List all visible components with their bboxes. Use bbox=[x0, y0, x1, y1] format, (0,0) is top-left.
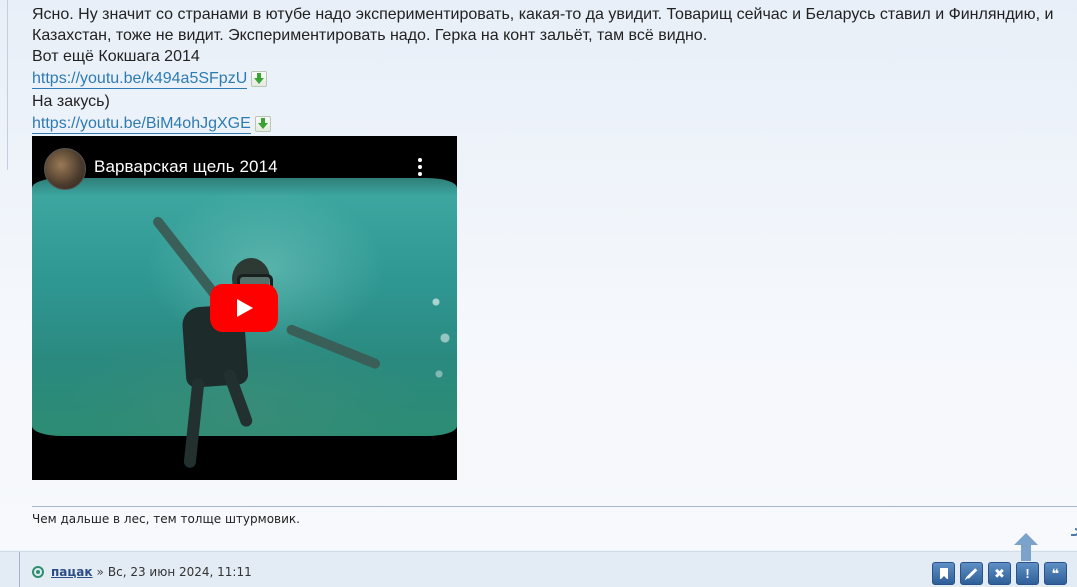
delete-button[interactable]: ✖ bbox=[988, 562, 1011, 585]
youtube-embed[interactable]: Варварская щель 2014 bbox=[32, 136, 457, 480]
signature-divider bbox=[32, 506, 1077, 507]
quote-icon: ❝ bbox=[1051, 565, 1060, 581]
youtube-link-2[interactable]: https://youtu.be/BiM4ohJgXGE bbox=[32, 115, 251, 134]
post-text-line-4: На закусь) bbox=[32, 93, 110, 110]
post-footer: пацак » Вс, 23 июн 2024, 11:11 ✖ ! ❝ bbox=[0, 551, 1077, 587]
post-toolbar: ✖ ! ❝ bbox=[932, 562, 1067, 585]
post-content: Ясно. Ну значит со странами в ютубе надо… bbox=[32, 4, 1062, 136]
scroll-top-icon[interactable] bbox=[1014, 533, 1038, 561]
kebab-menu-icon[interactable] bbox=[415, 158, 425, 178]
post-icon[interactable] bbox=[32, 566, 44, 578]
bookmark-icon bbox=[939, 568, 948, 580]
post-text-line-3: Вот ещё Кокшага 2014 bbox=[32, 48, 200, 65]
post-text-line-2: Казахстан, тоже не видит. Экспериментиро… bbox=[32, 27, 708, 44]
pencil-icon bbox=[966, 568, 977, 579]
post-text-line-1: Ясно. Ну значит со странами в ютубе надо… bbox=[32, 6, 1054, 23]
youtube-play-icon[interactable] bbox=[210, 284, 278, 332]
edit-button[interactable] bbox=[960, 562, 983, 585]
separator: » bbox=[96, 565, 104, 579]
channel-avatar[interactable] bbox=[44, 148, 86, 190]
bookmark-button[interactable] bbox=[932, 562, 955, 585]
post-meta: пацак » Вс, 23 июн 2024, 11:11 bbox=[32, 565, 252, 579]
youtube-link-1[interactable]: https://youtu.be/k494a5SFpzU bbox=[32, 70, 248, 89]
report-button[interactable]: ! bbox=[1016, 562, 1039, 585]
link-row-1: https://youtu.be/k494a5SFpzU bbox=[32, 67, 1062, 91]
download-icon[interactable] bbox=[254, 116, 271, 132]
link-icon[interactable] bbox=[1068, 528, 1077, 540]
footer-rule bbox=[19, 552, 20, 587]
quote-button[interactable]: ❝ bbox=[1044, 562, 1067, 585]
exclamation-icon: ! bbox=[1025, 566, 1030, 581]
close-icon: ✖ bbox=[994, 565, 1005, 581]
video-title[interactable]: Варварская щель 2014 bbox=[94, 157, 278, 177]
quote-rule bbox=[7, 0, 8, 170]
author-link[interactable]: пацак bbox=[51, 565, 93, 579]
download-icon[interactable] bbox=[251, 71, 268, 87]
post-date: Вс, 23 июн 2024, 11:11 bbox=[107, 565, 252, 579]
link-row-2: https://youtu.be/BiM4ohJgXGE bbox=[32, 112, 1062, 136]
signature: Чем дальше в лес, тем толще штурмовик. bbox=[32, 512, 300, 526]
